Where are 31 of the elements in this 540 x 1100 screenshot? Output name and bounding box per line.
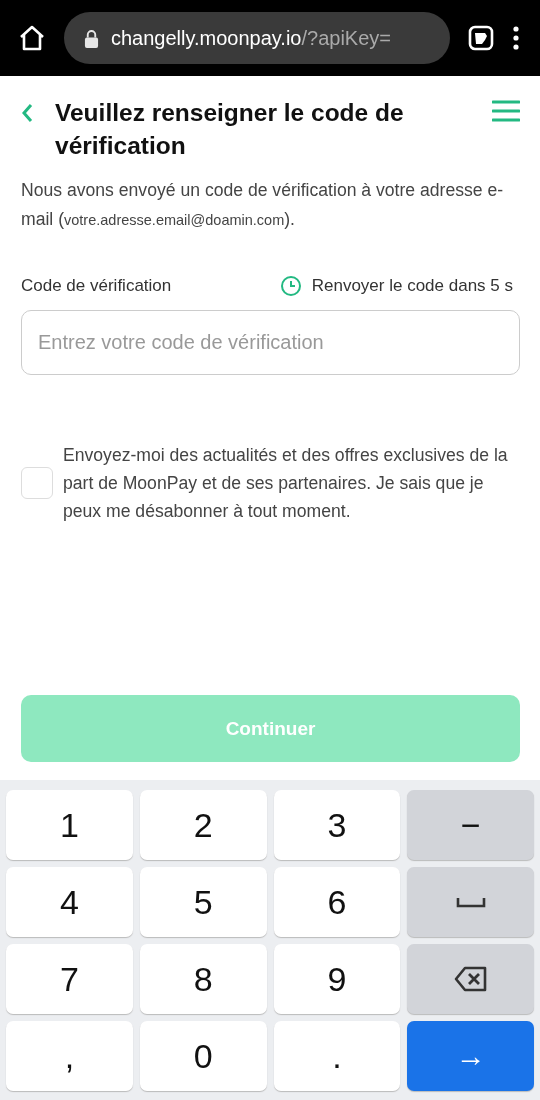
key[interactable]: 4 bbox=[6, 867, 133, 937]
lock-icon bbox=[84, 28, 99, 48]
key[interactable]: 7 bbox=[6, 944, 133, 1014]
key[interactable]: 5 bbox=[139, 867, 267, 937]
enter-key[interactable]: → bbox=[407, 1021, 534, 1091]
description-text: Nous avons envoyé un code de vérification à votre adresse e-mail (votre.adresse.email@doamin.com). bbox=[21, 179, 505, 231]
clock-icon bbox=[279, 275, 302, 297]
home-icon[interactable] bbox=[18, 24, 46, 52]
url-text: changelly.moonpay.io/?apiKey= bbox=[111, 26, 391, 50]
backspace-key[interactable] bbox=[407, 944, 534, 1014]
resend-timer: Renvoyer le code dans 5 s bbox=[311, 276, 513, 296]
backspace-icon bbox=[453, 966, 488, 992]
key[interactable]: 0 bbox=[139, 1021, 267, 1091]
tabs-icon[interactable] bbox=[468, 25, 494, 51]
key[interactable]: 6 bbox=[273, 867, 401, 937]
page-title: Veuillez renseigner le code de vérification bbox=[55, 98, 405, 161]
code-input-field[interactable]: Entrez votre code de vérification bbox=[21, 310, 520, 375]
key[interactable]: 2 bbox=[139, 790, 267, 860]
key[interactable]: − bbox=[407, 790, 534, 860]
key[interactable]: , bbox=[6, 1021, 133, 1091]
key[interactable]: 9 bbox=[273, 944, 401, 1014]
address-bar[interactable]: changelly.moonpay.io/?apiKey= bbox=[64, 12, 450, 64]
checkbox[interactable] bbox=[21, 467, 53, 499]
more-icon[interactable] bbox=[512, 25, 520, 51]
key[interactable]: 3 bbox=[273, 790, 401, 860]
key[interactable]: 8 bbox=[139, 944, 267, 1014]
key[interactable]: 1 bbox=[6, 790, 133, 860]
key[interactable]: . bbox=[273, 1021, 401, 1091]
field-label: Code de vérification bbox=[21, 276, 172, 296]
consent-text: Envoyez-moi des actualités et des offres exclusives de la part de MoonPay et de ses partenaires. Je sais que je peux me désabonner à tout moment. bbox=[63, 444, 509, 523]
space-icon bbox=[455, 896, 486, 908]
